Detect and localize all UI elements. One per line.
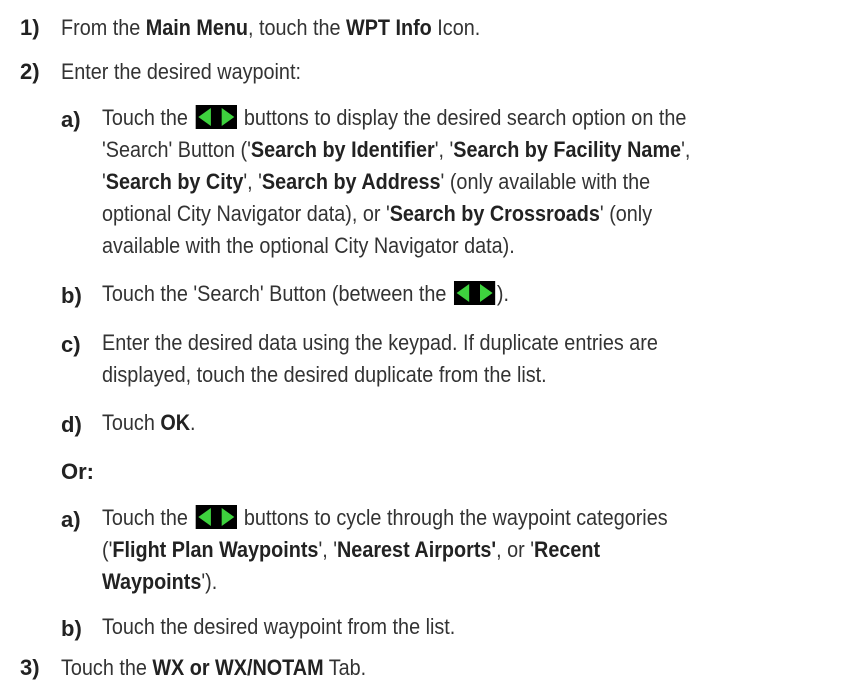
text-run: (': [102, 537, 113, 562]
text-run: buttons to cycle through the waypoint ca…: [238, 505, 668, 530]
substep-a-line-4: optional City Navigator data), or 'Searc…: [102, 200, 652, 228]
substep-c-line-1: Enter the desired data using the keypad.…: [102, 330, 658, 355]
bold-text: OK: [160, 410, 191, 435]
text-run: , touch the: [248, 15, 347, 40]
text-run: 'Search' Button (': [102, 137, 251, 162]
text-run: buttons to display the desired search op…: [238, 105, 687, 130]
substep-b2-text: Touch the desired waypoint from the list…: [102, 614, 456, 639]
bold-text: Flight Plan Waypoints: [112, 537, 319, 562]
bold-text: Search by Address: [261, 169, 441, 194]
substep-d-text: Touch OK.: [102, 409, 196, 437]
bold-text: Nearest Airports': [337, 537, 497, 562]
text-run: .: [190, 410, 196, 435]
bold-text: Search by Crossroads: [389, 201, 600, 226]
bold-text: Search by Identifier: [250, 137, 435, 162]
instruction-page: 1) From the Main Menu, touch the WPT Inf…: [0, 0, 859, 687]
text-run: , or ': [496, 537, 535, 562]
left-right-arrow-buttons-icon: [195, 105, 237, 129]
step-1-text: From the Main Menu, touch the WPT Info I…: [61, 14, 480, 42]
text-run: ', ': [243, 169, 262, 194]
substep-a-label: a): [61, 107, 81, 132]
step-3-number: 3): [20, 655, 40, 680]
substep-a2-line-1: Touch the buttons to cycle through the w…: [102, 504, 668, 532]
text-run: Tab.: [323, 655, 367, 680]
text-run: Touch: [102, 410, 161, 435]
step-2-number: 2): [20, 59, 40, 84]
bold-text: Search by Facility Name: [453, 137, 682, 162]
substep-a-line-5: available with the optional City Navigat…: [102, 233, 515, 258]
left-right-arrow-buttons-icon: [195, 505, 237, 529]
substep-c-line-2: displayed, touch the desired duplicate f…: [102, 362, 547, 387]
substep-a2-line-3: Waypoints').: [102, 568, 217, 596]
text-run: ', ': [318, 537, 338, 562]
bold-text: Waypoints: [102, 569, 202, 594]
step-2-text: Enter the desired waypoint:: [61, 59, 301, 84]
text-run: ',: [681, 137, 691, 162]
text-run: ' (only available with the: [440, 169, 651, 194]
substep-c-label: c): [61, 332, 81, 357]
text-run: Touch the: [102, 105, 194, 130]
text-run: From the: [61, 15, 146, 40]
text-run: ' (only: [599, 201, 653, 226]
left-right-arrow-buttons-icon: [453, 281, 496, 305]
substep-d-label: d): [61, 412, 82, 437]
substep-a-line-1: Touch the buttons to display the desired…: [102, 104, 686, 132]
text-run: Touch the 'Search' Button (between the: [102, 281, 452, 306]
text-run: ', ': [434, 137, 454, 162]
bold-text: Recent: [534, 537, 601, 562]
step-3-text: Touch the WX or WX/NOTAM Tab.: [61, 654, 366, 682]
substep-a2-label: a): [61, 507, 81, 532]
text-run: optional City Navigator data), or ': [102, 201, 390, 226]
text-run: Icon.: [431, 15, 481, 40]
text-run: ).: [496, 281, 509, 306]
substep-b-label: b): [61, 283, 82, 308]
bold-text: Main Menu: [145, 15, 249, 40]
bold-text: Search by City: [105, 169, 244, 194]
text-run: ').: [201, 569, 218, 594]
bold-text: WPT Info: [346, 15, 432, 40]
text-run: Touch the: [102, 505, 194, 530]
step-1-number: 1): [20, 15, 40, 40]
substep-a2-line-2: ('Flight Plan Waypoints', 'Nearest Airpo…: [102, 536, 600, 564]
substep-a-line-2: 'Search' Button ('Search by Identifier',…: [102, 136, 690, 164]
substep-b-text: Touch the 'Search' Button (between the )…: [102, 280, 509, 308]
substep-a-line-3: 'Search by City', 'Search by Address' (o…: [102, 168, 650, 196]
bold-text: WX or WX/NOTAM: [152, 655, 324, 680]
substep-b2-label: b): [61, 616, 82, 641]
or-label: Or:: [61, 459, 94, 484]
text-run: Touch the: [61, 655, 153, 680]
